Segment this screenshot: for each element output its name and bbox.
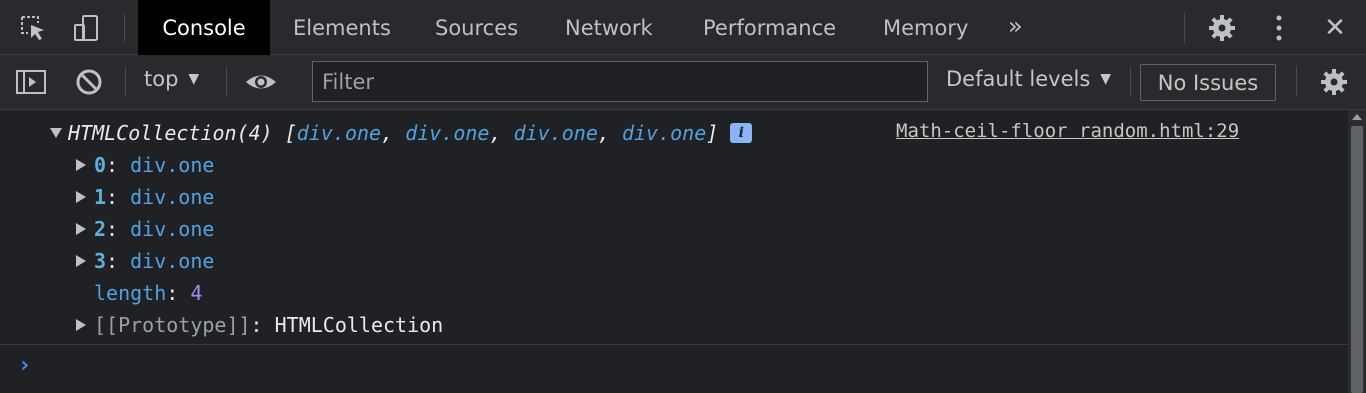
settings-gear-icon[interactable] (1205, 10, 1239, 46)
collapse-triangle-icon[interactable] (50, 128, 62, 138)
preview-item: div.one (513, 121, 598, 145)
tab-sources[interactable]: Sources (435, 0, 518, 55)
console-settings-gear-icon[interactable] (1317, 64, 1351, 100)
list-item[interactable]: 1: div.one (76, 182, 214, 212)
filter-input[interactable] (312, 61, 928, 102)
preview-open-bracket: [ (272, 121, 297, 145)
list-item[interactable]: 2: div.one (76, 214, 214, 244)
tabbar-divider-right (1184, 13, 1185, 43)
tab-console[interactable]: Console (138, 0, 270, 55)
info-icon[interactable]: i (730, 123, 753, 143)
preview-close-bracket: ] (706, 121, 719, 145)
tab-network[interactable]: Network (565, 0, 653, 55)
source-link[interactable]: Math-ceil-floor random.html:29 (896, 120, 1239, 142)
toolbar-divider-2 (226, 67, 227, 97)
expand-triangle-icon[interactable] (76, 319, 86, 331)
inspect-element-icon[interactable] (16, 10, 50, 46)
device-toolbar-icon[interactable] (70, 10, 104, 46)
log-levels-label: Default levels (946, 67, 1091, 91)
scrollbar-thumb[interactable] (1351, 126, 1363, 393)
collection-name: HTMLCollection(4) (68, 121, 273, 145)
close-devtools-icon[interactable]: ✕ (1318, 10, 1352, 46)
prompt-divider (0, 344, 1348, 345)
item-key: 2 (94, 217, 107, 241)
preview-item: div.one (296, 121, 382, 145)
clear-console-icon[interactable] (72, 64, 106, 100)
item-key: 0 (94, 153, 107, 177)
toolbar-divider-4 (1296, 67, 1297, 97)
item-value: div.one (130, 153, 215, 177)
context-label: top (144, 67, 179, 91)
key-colon: : (250, 313, 275, 337)
prototype-property[interactable]: [[Prototype]]: HTMLCollection (76, 310, 443, 340)
length-key: length (94, 281, 167, 305)
toolbar-divider (125, 67, 126, 97)
tab-performance[interactable]: Performance (703, 0, 836, 55)
more-tabs-chevron-icon[interactable]: » (1008, 12, 1023, 40)
toolbar-divider-3 (1130, 67, 1131, 97)
caret-down-icon: ▼ (1100, 71, 1112, 87)
key-colon: : (106, 217, 131, 241)
key-colon: : (106, 153, 131, 177)
console-prompt-chevron-icon[interactable]: › (18, 353, 31, 378)
expand-triangle-icon[interactable] (76, 159, 86, 171)
expand-triangle-icon[interactable] (76, 223, 86, 235)
preview-separator: , (489, 121, 514, 145)
key-colon: : (106, 249, 131, 273)
expand-triangle-icon[interactable] (76, 191, 86, 203)
tab-elements[interactable]: Elements (293, 0, 391, 55)
log-levels-dropdown[interactable]: Default levels ▼ (946, 67, 1111, 91)
tab-performance-label: Performance (703, 15, 837, 40)
expand-triangle-icon[interactable] (76, 255, 86, 267)
key-colon: : (106, 185, 131, 209)
issues-button[interactable]: No Issues (1140, 64, 1276, 101)
tab-memory-label: Memory (883, 15, 969, 40)
collection-header[interactable]: HTMLCollection(4) [div.one, div.one, div… (50, 118, 753, 148)
item-value: div.one (130, 217, 215, 241)
preview-separator: , (597, 121, 622, 145)
preview-item: div.one (405, 121, 490, 145)
tab-elements-label: Elements (293, 15, 391, 40)
issues-label: No Issues (1157, 70, 1259, 95)
list-item[interactable]: 0: div.one (76, 150, 214, 180)
prototype-value: HTMLCollection (274, 313, 444, 337)
item-value: div.one (130, 249, 215, 273)
scroll-up-arrow-icon[interactable] (1352, 114, 1362, 120)
length-property: length: 4 (94, 278, 202, 308)
more-options-kebab-icon[interactable] (1262, 10, 1296, 46)
item-key: 1 (94, 185, 107, 209)
console-scrollbar[interactable] (1348, 110, 1366, 393)
tab-memory[interactable]: Memory (883, 0, 968, 55)
live-expression-eye-icon[interactable] (244, 64, 278, 100)
length-value: 4 (190, 281, 203, 305)
tab-sources-label: Sources (435, 15, 519, 40)
tab-network-label: Network (565, 15, 653, 40)
caret-down-icon: ▼ (188, 71, 200, 87)
item-key: 3 (94, 249, 107, 273)
console-output: HTMLCollection(4) [div.one, div.one, div… (0, 110, 1348, 393)
key-colon: : (166, 281, 191, 305)
preview-item: div.one (621, 121, 707, 145)
preview-separator: , (381, 121, 406, 145)
console-toolbar: top ▼ Default levels ▼ No Issues (0, 55, 1366, 110)
prototype-key: [[Prototype]] (94, 313, 251, 337)
item-value: div.one (130, 185, 215, 209)
tab-console-label: Console (162, 15, 246, 40)
show-sidebar-icon[interactable] (14, 64, 48, 100)
tabbar-divider (124, 13, 125, 43)
list-item[interactable]: 3: div.one (76, 246, 214, 276)
devtools-tabbar: Console Elements Sources Network Perform… (0, 0, 1366, 55)
context-selector[interactable]: top ▼ (144, 67, 199, 91)
